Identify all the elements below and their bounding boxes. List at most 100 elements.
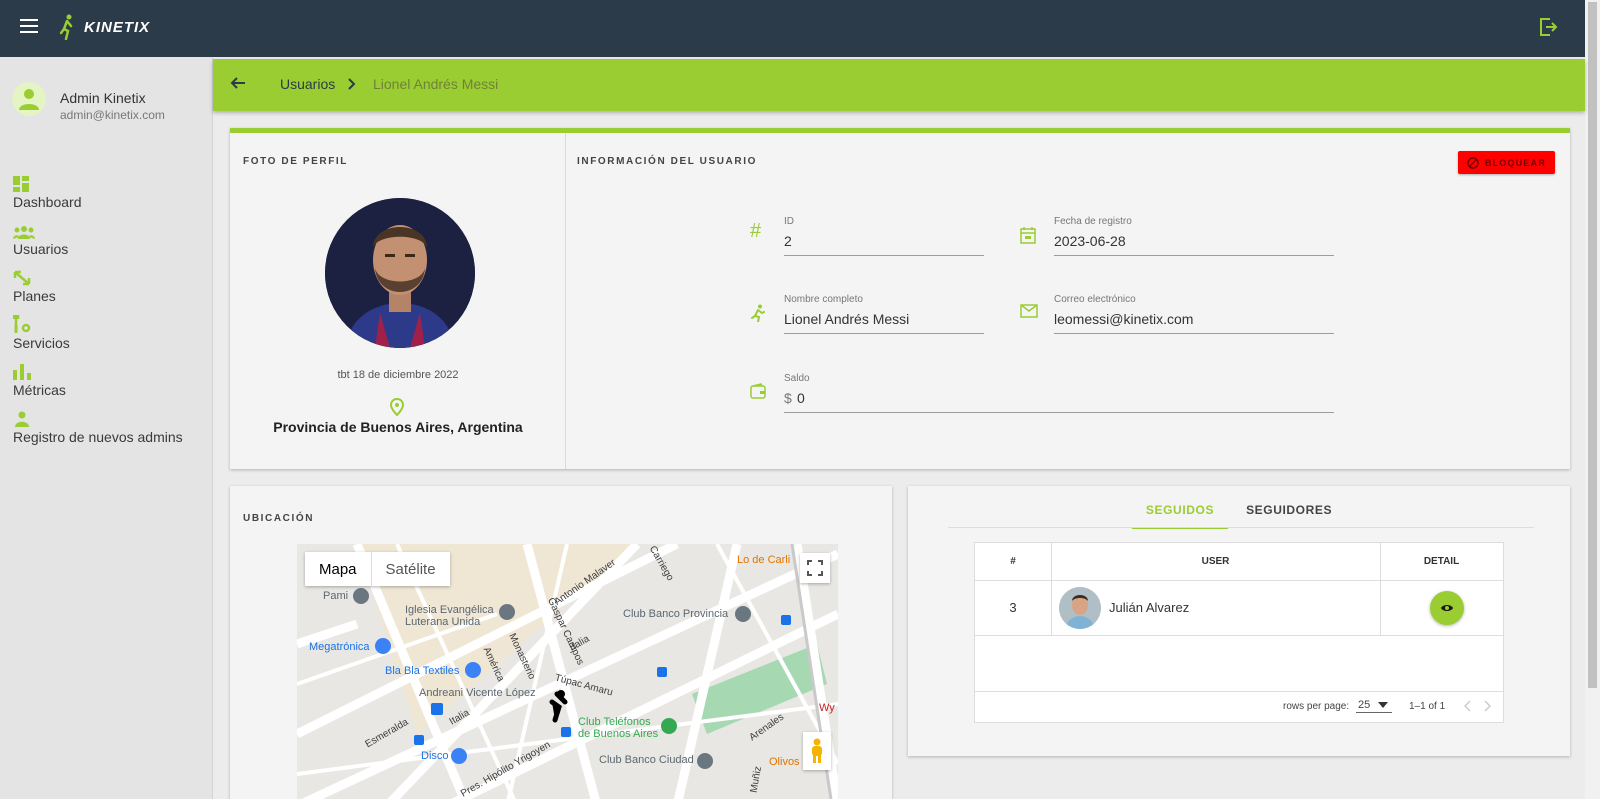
hash-icon: # [750, 220, 762, 242]
sidebar-item-label: Servicios [13, 335, 70, 351]
back-arrow-icon[interactable] [230, 75, 246, 91]
balance-value[interactable]: 0 [797, 390, 805, 406]
header-divider [975, 580, 1503, 581]
expand-icon [13, 270, 31, 286]
map-label-lo-de-carli: Lo de Carli [737, 554, 791, 566]
map-type-toggle: Mapa Satélite [305, 552, 450, 586]
sidebar-item-label: Usuarios [13, 241, 69, 257]
user-profile-card: FOTO DE PERFIL tbt 18 de diciembre 2022 … [230, 128, 1570, 469]
map-label-banco-provincia: Club Banco Provincia [623, 608, 729, 620]
sidebar-item-usuarios[interactable]: Usuarios [13, 216, 183, 263]
fullscreen-button[interactable] [800, 553, 830, 583]
location-pin-icon [390, 398, 404, 416]
brand-logo[interactable]: KINETIX [60, 14, 150, 40]
registration-date-value[interactable]: 2023-06-28 [1054, 233, 1126, 249]
tools-icon [13, 315, 31, 333]
chevron-right-icon [348, 78, 356, 90]
mail-icon [1020, 304, 1038, 318]
sidebar-item-dashboard[interactable]: Dashboard [13, 169, 183, 216]
map-label-andreani: Andreani Vicente López [419, 687, 536, 699]
field-label: Nombre completo [784, 294, 863, 305]
sidebar-item-planes[interactable]: Planes [13, 263, 183, 310]
dashboard-icon [13, 176, 29, 192]
wallet-icon [750, 383, 766, 399]
map-type-satellite-button[interactable]: Satélite [372, 552, 450, 586]
map-label-iglesia: Iglesia Evangélica Luterana Unida [405, 604, 494, 628]
block-icon [1467, 156, 1479, 169]
map-type-map-button[interactable]: Mapa [305, 552, 372, 586]
prev-page-icon[interactable] [1464, 700, 1472, 712]
row-user-avatar [1059, 587, 1101, 629]
tab-seguidos[interactable]: SEGUIDOS [1131, 503, 1229, 529]
scrollbar-thumb[interactable] [1588, 2, 1597, 688]
email-value[interactable]: leomessi@kinetix.com [1054, 311, 1193, 327]
hamburger-menu-icon[interactable] [20, 19, 38, 37]
follow-tabs: SEGUIDOS SEGUIDORES [908, 503, 1570, 529]
block-button-label: BLOQUEAR [1484, 157, 1547, 168]
runner-logo-icon [60, 14, 73, 40]
rows-per-page-value: 25 [1358, 699, 1371, 711]
currency-prefix: $ [784, 390, 792, 406]
column-divider [1051, 543, 1052, 635]
profile-photo-image [325, 198, 475, 348]
avatar [12, 82, 46, 116]
tabs-divider [948, 527, 1534, 528]
breadcrumb: Usuarios Lionel Andrés Messi [213, 59, 1585, 111]
table-pagination: rows per page: 25 1–1 of 1 [975, 691, 1503, 723]
map-label-megatronica: Megatrónica [309, 641, 370, 653]
column-divider [1380, 543, 1381, 635]
view-detail-button[interactable] [1430, 591, 1464, 625]
full-name-value[interactable]: Lionel Andrés Messi [784, 311, 909, 327]
field-label: ID [784, 216, 794, 227]
field-underline [784, 255, 984, 256]
sidebar-item-servicios[interactable]: Servicios [13, 310, 183, 357]
dropdown-arrow-icon [1378, 702, 1388, 708]
profile-photo-section: FOTO DE PERFIL tbt 18 de diciembre 2022 … [230, 133, 566, 469]
sidebar: Admin Kinetix admin@kinetix.com Dashboar… [0, 57, 213, 799]
person-icon [19, 89, 39, 110]
following-table: # USER DETAIL 3 Julián Alvarez rows per … [974, 542, 1504, 723]
row-id: 3 [1009, 600, 1017, 615]
block-user-button[interactable]: BLOQUEAR [1458, 151, 1555, 174]
eye-icon [1441, 605, 1453, 611]
location-section-title: UBICACIÓN [243, 513, 315, 524]
field-underline [784, 333, 984, 334]
logout-icon[interactable] [1538, 17, 1558, 37]
pegman-icon [812, 738, 822, 763]
breadcrumb-current: Lionel Andrés Messi [373, 76, 499, 92]
column-header-user: USER [1201, 556, 1230, 567]
user-photo-image [1059, 587, 1101, 629]
street-view-pegman[interactable] [803, 732, 831, 770]
people-icon [13, 226, 35, 239]
tab-seguidores[interactable]: SEGUIDORES [1232, 503, 1346, 529]
field-label: Fecha de registro [1054, 216, 1132, 227]
map-label-disco: Disco [421, 750, 449, 762]
field-underline [1054, 333, 1334, 334]
column-header-id: # [1010, 556, 1016, 567]
page-scrollbar[interactable] [1585, 0, 1600, 799]
photo-section-title: FOTO DE PERFIL [243, 156, 348, 167]
map-label-telefonos: Club Teléfonos de Buenos Aires [578, 716, 659, 740]
rows-per-page-label: rows per page: [1283, 701, 1350, 712]
map-label-wy: Wy [819, 702, 835, 714]
row-user-name[interactable]: Julián Alvarez [1109, 580, 1189, 635]
field-underline [784, 412, 1334, 413]
rows-per-page-select[interactable]: 25 [1356, 697, 1392, 713]
breadcrumb-users-link[interactable]: Usuarios [280, 76, 335, 92]
photo-caption: tbt 18 de diciembre 2022 [337, 369, 459, 381]
google-map[interactable]: Pami Iglesia Evangélica Luterana Unida M… [297, 544, 838, 799]
sidebar-item-label: Dashboard [13, 194, 82, 210]
brand-name: KINETIX [84, 18, 151, 36]
fullscreen-icon [807, 560, 823, 576]
pagination-range: 1–1 of 1 [1409, 701, 1446, 712]
sidebar-item-metricas[interactable]: Métricas [13, 357, 183, 404]
next-page-icon[interactable] [1483, 700, 1491, 712]
profile-photo [325, 198, 475, 348]
map-label-banco-ciudad: Club Banco Ciudad [599, 754, 694, 766]
location-card: UBICACIÓN Pami Iglesia Evangélica Lutera… [230, 486, 892, 799]
field-label: Saldo [784, 373, 810, 384]
top-app-bar: KINETIX [0, 0, 1585, 57]
sidebar-item-registro-admins[interactable]: Registro de nuevos admins [13, 404, 183, 451]
id-value[interactable]: 2 [784, 233, 792, 249]
sidebar-item-label: Registro de nuevos admins [13, 429, 183, 445]
